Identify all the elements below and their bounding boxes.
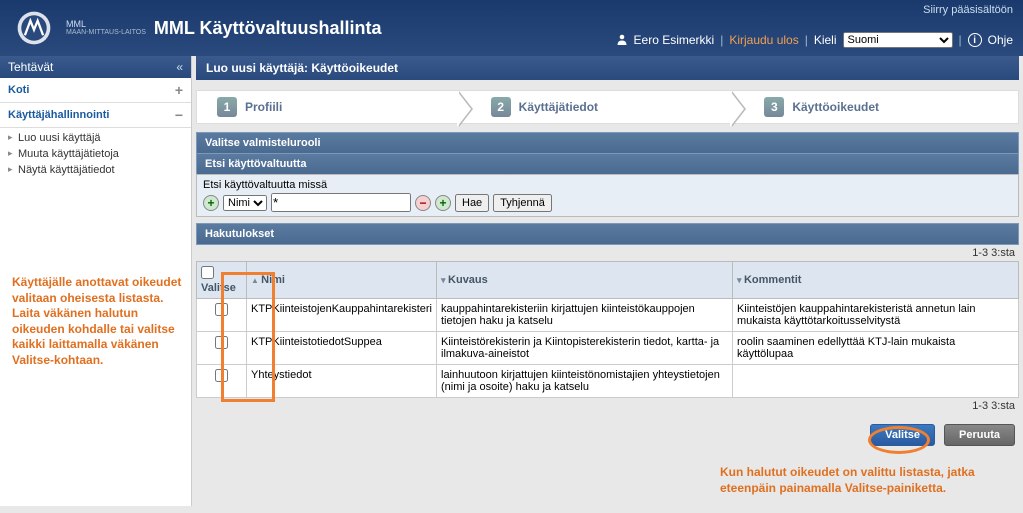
step-label: Käyttäjätiedot: [519, 100, 598, 114]
row-checkbox[interactable]: [215, 369, 228, 382]
cell-name: KTPKiinteistotiedotSuppea: [247, 332, 437, 365]
step-number: 1: [217, 97, 237, 117]
expand-icon[interactable]: +: [175, 82, 183, 98]
cell-comments: roolin saaminen edellyttää KTJ-lain muka…: [732, 332, 1018, 365]
col-select[interactable]: Valitse: [197, 262, 247, 299]
info-icon: i: [968, 33, 982, 47]
language-label: Kieli: [814, 33, 837, 47]
sidebar-title: Tehtävät: [8, 60, 53, 74]
col-name[interactable]: Nimi: [247, 262, 437, 299]
search-pattern-input[interactable]: [271, 193, 411, 212]
add-criteria-button[interactable]: +: [435, 195, 451, 211]
separator: |: [959, 33, 962, 47]
app-title: MML Käyttövaltuushallinta: [154, 18, 382, 39]
cell-description: lainhuutoon kirjattujen kiinteistönomist…: [437, 365, 733, 398]
results-table: Valitse Nimi Kuvaus Kommentit KTPKiintei…: [196, 261, 1019, 398]
row-checkbox[interactable]: [215, 336, 228, 349]
select-all-checkbox[interactable]: [201, 266, 214, 279]
cell-name: Yhteystiedot: [247, 365, 437, 398]
result-count-top: 1-3 3:sta: [196, 245, 1019, 261]
result-count-bottom: 1-3 3:sta: [196, 398, 1019, 414]
chevron-right-icon: [732, 91, 746, 127]
sidebar-item-label: Koti: [8, 84, 29, 96]
cancel-button[interactable]: Peruuta: [944, 424, 1015, 446]
separator: |: [720, 33, 723, 47]
sidebar-item-view-user[interactable]: Näytä käyttäjätiedot: [0, 162, 191, 178]
col-label: Valitse: [201, 282, 236, 294]
cell-description: kauppahintarekisteriin kirjattujen kiint…: [437, 299, 733, 332]
sidebar-item-label: Käyttäjähallinnointi: [8, 109, 109, 121]
sidebar-item-create-user[interactable]: Luo uusi käyttäjä: [0, 130, 191, 146]
sidebar-item-home[interactable]: Koti +: [0, 78, 191, 103]
col-comments[interactable]: Kommentit: [732, 262, 1018, 299]
current-user: Eero Esimerkki: [634, 33, 715, 47]
logo-text-sub: MAAN-MITTAUS-LAITOS: [66, 29, 146, 36]
cell-description: Kiinteistörekisterin ja Kiintopisterekis…: [437, 332, 733, 365]
step-number: 3: [764, 97, 784, 117]
logo-text-top: MML: [66, 20, 146, 29]
cell-comments: [732, 365, 1018, 398]
cell-comments: Kiinteistöjen kauppahintarekisteristä an…: [732, 299, 1018, 332]
col-description[interactable]: Kuvaus: [437, 262, 733, 299]
add-criteria-button[interactable]: +: [203, 195, 219, 211]
user-icon: [616, 33, 628, 48]
table-row: Yhteystiedot lainhuutoon kirjattujen kii…: [197, 365, 1019, 398]
section-results-header: Hakutulokset: [196, 223, 1019, 245]
separator: |: [805, 33, 808, 47]
section-search-header: Etsi käyttövaltuutta: [196, 153, 1019, 174]
chevron-right-icon: [459, 91, 473, 127]
remove-criteria-button[interactable]: −: [415, 195, 431, 211]
sidebar-item-edit-user[interactable]: Muuta käyttäjätietoja: [0, 146, 191, 162]
wizard-step-3[interactable]: 3 Käyttöoikeudet: [744, 91, 1018, 123]
cell-name: KTPKiinteistojenKauppahintarekisteri: [247, 299, 437, 332]
wizard-step-1[interactable]: 1 Profiili: [197, 91, 471, 123]
wizard-step-2[interactable]: 2 Käyttäjätiedot: [471, 91, 745, 123]
col-label: Kommentit: [744, 274, 801, 286]
step-number: 2: [491, 97, 511, 117]
help-link[interactable]: Ohje: [988, 33, 1013, 47]
search-label: Etsi käyttövaltuutta missä: [203, 179, 1012, 191]
language-select[interactable]: Suomi: [843, 32, 953, 48]
logout-link[interactable]: Kirjaudu ulos: [729, 33, 798, 47]
col-label: Nimi: [261, 274, 285, 286]
search-button[interactable]: Hae: [455, 194, 489, 212]
col-label: Kuvaus: [448, 274, 488, 286]
search-field-select[interactable]: Nimi: [223, 195, 267, 211]
row-checkbox[interactable]: [215, 303, 228, 316]
page-title: Luo uusi käyttäjä: Käyttöoikeudet: [196, 56, 1019, 80]
collapse-icon[interactable]: −: [175, 107, 183, 123]
clear-button[interactable]: Tyhjennä: [493, 194, 552, 212]
sidebar-collapse-icon[interactable]: «: [176, 60, 183, 74]
sidebar-item-user-admin[interactable]: Käyttäjähallinnointi −: [0, 103, 191, 128]
skip-to-content-link[interactable]: Siirry pääsisältöön: [923, 4, 1013, 16]
table-row: KTPKiinteistojenKauppahintarekisteri kau…: [197, 299, 1019, 332]
table-row: KTPKiinteistotiedotSuppea Kiinteistöreki…: [197, 332, 1019, 365]
select-button[interactable]: Valitse: [870, 424, 935, 446]
step-label: Profiili: [245, 100, 282, 114]
mml-logo: [10, 8, 58, 48]
section-role-header[interactable]: Valitse valmistelurooli: [196, 132, 1019, 153]
wizard-steps: 1 Profiili 2 Käyttäjätiedot 3 Käyttöoike…: [196, 90, 1019, 124]
step-label: Käyttöoikeudet: [792, 100, 879, 114]
